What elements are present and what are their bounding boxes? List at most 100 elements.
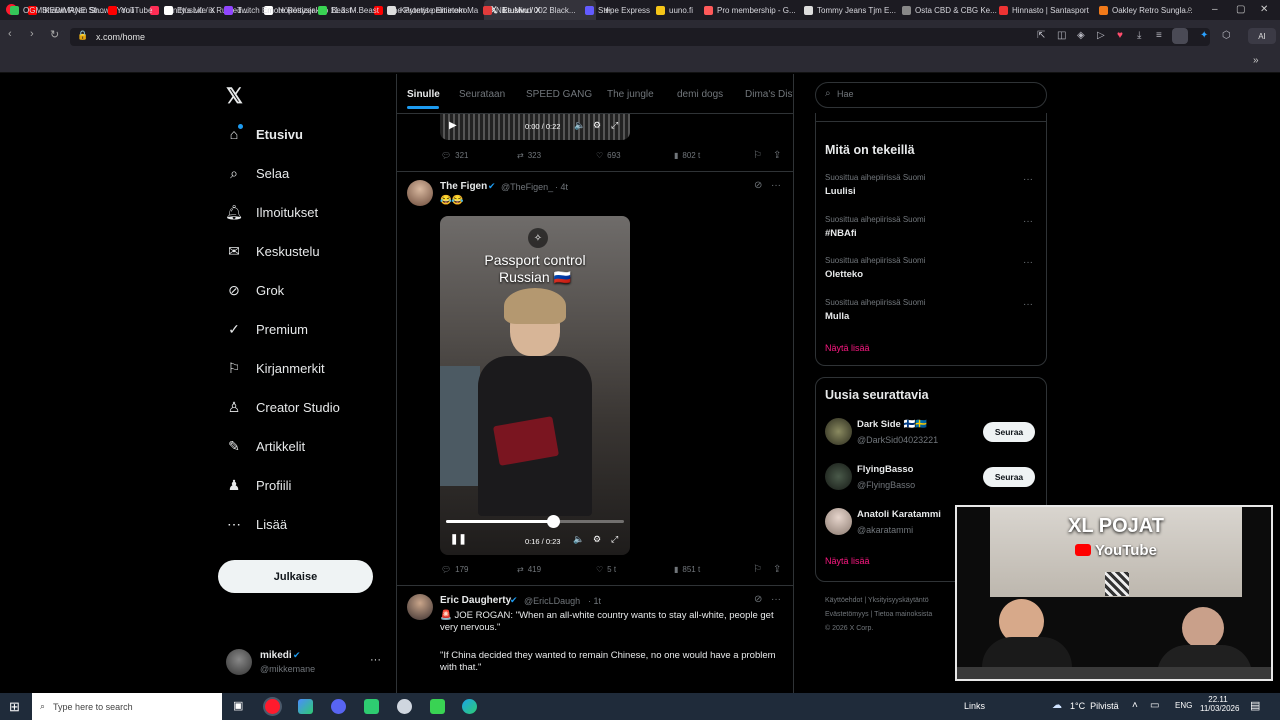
reply-button[interactable]: 💬︎ 321 <box>441 151 469 160</box>
clock[interactable]: 22.11 11/03/2026 <box>1200 695 1239 713</box>
grok-icon[interactable]: ⊘ <box>754 594 762 605</box>
fullscreen-icon[interactable]: ⤢ <box>611 534 618 545</box>
like-button[interactable]: ♡ 5 t <box>596 565 616 574</box>
back-icon[interactable]: ‹ <box>8 28 12 40</box>
footer-link[interactable]: Evästetömyys <box>825 611 869 618</box>
post-button[interactable]: Julkaise <box>218 560 373 593</box>
bookmark-item[interactable]: Nike Mind 002 Black... <box>483 0 576 20</box>
download-icon[interactable]: ⤓ <box>1137 30 1141 41</box>
app-icon[interactable] <box>397 699 412 714</box>
opera-icon[interactable] <box>265 699 280 714</box>
shield-icon[interactable]: ◈ <box>1077 30 1085 41</box>
bookmark-item[interactable]: Hinnasto | Santasport <box>999 0 1089 20</box>
heart-icon[interactable]: ♥ <box>1117 30 1123 41</box>
views-button[interactable]: ▮ 802 t <box>674 151 700 160</box>
volume-icon[interactable]: 🔈 <box>573 534 584 545</box>
settings-icon[interactable]: ⚙ <box>593 120 601 131</box>
trend-name[interactable]: Luulisi <box>825 186 856 197</box>
close-icon[interactable]: ✕ <box>1260 4 1268 15</box>
more-options-icon[interactable]: ··· <box>1023 257 1033 268</box>
bookmark-item[interactable]: Beast - Beast <box>318 0 379 20</box>
menu-icon[interactable]: ≡ <box>1156 30 1162 41</box>
camera-icon[interactable]: ◫ <box>1057 30 1066 41</box>
reply-button[interactable]: 💬︎ 179 <box>441 565 469 574</box>
weather-text[interactable]: 1°C Pilvistä <box>1070 701 1119 711</box>
sidebar-item-grok[interactable]: ⊘ Grok <box>226 282 284 298</box>
show-more-link[interactable]: Näytä lisää <box>825 556 870 566</box>
trend-name[interactable]: Oletteko <box>825 269 863 280</box>
bookmark-item[interactable]: OGMIKEDIMANE Str... <box>10 0 105 20</box>
bookmark-item[interactable]: Käytetyt pelitietoko... <box>387 0 474 20</box>
follow-name[interactable]: Dark Side 🇫🇮🇸🇪 <box>857 419 927 430</box>
more-options-icon[interactable]: ··· <box>771 180 781 191</box>
tab-seurataan[interactable]: Seurataan <box>459 89 505 100</box>
more-options-icon[interactable]: ··· <box>370 654 381 666</box>
sidebar-item-selaa[interactable]: ⌕ Selaa <box>226 165 289 181</box>
video-scrubber-handle[interactable] <box>546 515 560 528</box>
share-icon[interactable]: ⇪ <box>773 150 781 161</box>
extension-icon[interactable]: ✦ <box>1200 30 1208 41</box>
bookmark-item[interactable]: uuno.fi <box>656 0 693 20</box>
tab-demi-dogs[interactable]: demi dogs <box>677 89 723 100</box>
avatar[interactable] <box>825 508 852 535</box>
bookmark-item[interactable]: YouTube <box>108 0 152 20</box>
avatar[interactable] <box>825 463 852 490</box>
bookmark-item[interactable]: Osta CBD & CBG Ke... <box>902 0 997 20</box>
avatar[interactable] <box>226 649 252 675</box>
footer-link[interactable]: Yksityisyyskäytäntö <box>868 597 929 604</box>
taskbar-search-input[interactable]: ⌕ Type here to search <box>32 693 222 720</box>
trend-name[interactable]: Mulla <box>825 311 849 322</box>
x-logo-icon[interactable]: 𝕏 <box>226 84 243 109</box>
minimize-icon[interactable]: – <box>1212 4 1218 15</box>
more-options-icon[interactable]: ··· <box>1023 174 1033 185</box>
edge-icon[interactable] <box>462 699 477 714</box>
app-icon[interactable] <box>364 699 379 714</box>
more-options-icon[interactable]: ··· <box>1023 299 1033 310</box>
volume-icon[interactable]: 🔈 <box>574 120 585 131</box>
network-icon[interactable]: ▭ <box>1150 700 1159 711</box>
sidebar-item-ilmoitukset[interactable]: 🔔︎ Ilmoitukset <box>225 204 318 220</box>
sidebar-item-lisää[interactable]: ⋯ Lisää <box>226 516 287 532</box>
avatar[interactable] <box>407 180 433 206</box>
sidebar-item-premium[interactable]: ✓ Premium <box>226 321 308 337</box>
task-view-icon[interactable]: ▣ <box>233 699 243 712</box>
follow-name[interactable]: FlyingBasso <box>857 464 914 475</box>
tab-speed-gang[interactable]: SPEED GANG <box>526 89 592 100</box>
author-handle[interactable]: @TheFigen_ <box>501 182 553 192</box>
repost-button[interactable]: ⇄ 419 <box>517 565 541 574</box>
taskbar-links[interactable]: Links <box>964 701 985 711</box>
avatar[interactable] <box>407 594 433 620</box>
tab-sinulle[interactable]: Sinulle <box>407 89 440 100</box>
sidebar-item-keskustelu[interactable]: ✉ Keskustelu <box>226 243 319 259</box>
sidebar-item-kirjanmerkit[interactable]: ⚐ Kirjanmerkit <box>226 360 325 376</box>
tweet-time[interactable]: · 4t <box>555 182 568 192</box>
grok-analyze-icon[interactable]: ✧ <box>528 228 548 248</box>
settings-icon[interactable]: ⚙ <box>593 534 601 545</box>
bookmark-icon[interactable]: ⚐ <box>753 564 762 575</box>
ai-button[interactable]: AI <box>1248 28 1276 44</box>
tweet-time[interactable]: · 1t <box>588 596 601 606</box>
more-bookmarks-icon[interactable]: » <box>1253 55 1259 66</box>
profile-icon[interactable] <box>1172 28 1188 44</box>
follow-name[interactable]: Anatoli Karatammi <box>857 509 941 520</box>
pause-icon[interactable]: ❚❚ <box>450 534 467 545</box>
maximize-icon[interactable]: ▢ <box>1236 4 1245 15</box>
author-name[interactable]: Eric Daugherty <box>440 595 511 606</box>
language-indicator[interactable]: ENG <box>1175 701 1192 710</box>
windows-start-icon[interactable]: ⊞ <box>9 699 20 715</box>
sidebar-item-artikkelit[interactable]: ✎ Artikkelit <box>226 438 305 454</box>
app-icon[interactable] <box>430 699 445 714</box>
bookmark-item[interactable]: Oakley Retro Sungla... <box>1099 0 1192 20</box>
like-button[interactable]: ♡ 693 <box>596 151 621 160</box>
app-icon[interactable] <box>298 699 313 714</box>
sidebar-item-etusivu[interactable]: ⌂ Etusivu <box>226 126 303 142</box>
trend-name[interactable]: #NBAfi <box>825 228 857 239</box>
more-options-icon[interactable]: ··· <box>771 594 781 605</box>
footer-link[interactable]: Käyttöehdot <box>825 597 862 604</box>
follow-button[interactable]: Seuraa <box>983 422 1035 442</box>
avatar[interactable] <box>825 418 852 445</box>
share-icon[interactable]: ⇪ <box>773 564 781 575</box>
bookmark-item[interactable]: Tommy Jeans Tjm E... <box>804 0 896 20</box>
footer-link[interactable]: Tietoa mainoksista <box>874 611 932 618</box>
bookmark-icon[interactable]: ⚐ <box>753 150 762 161</box>
